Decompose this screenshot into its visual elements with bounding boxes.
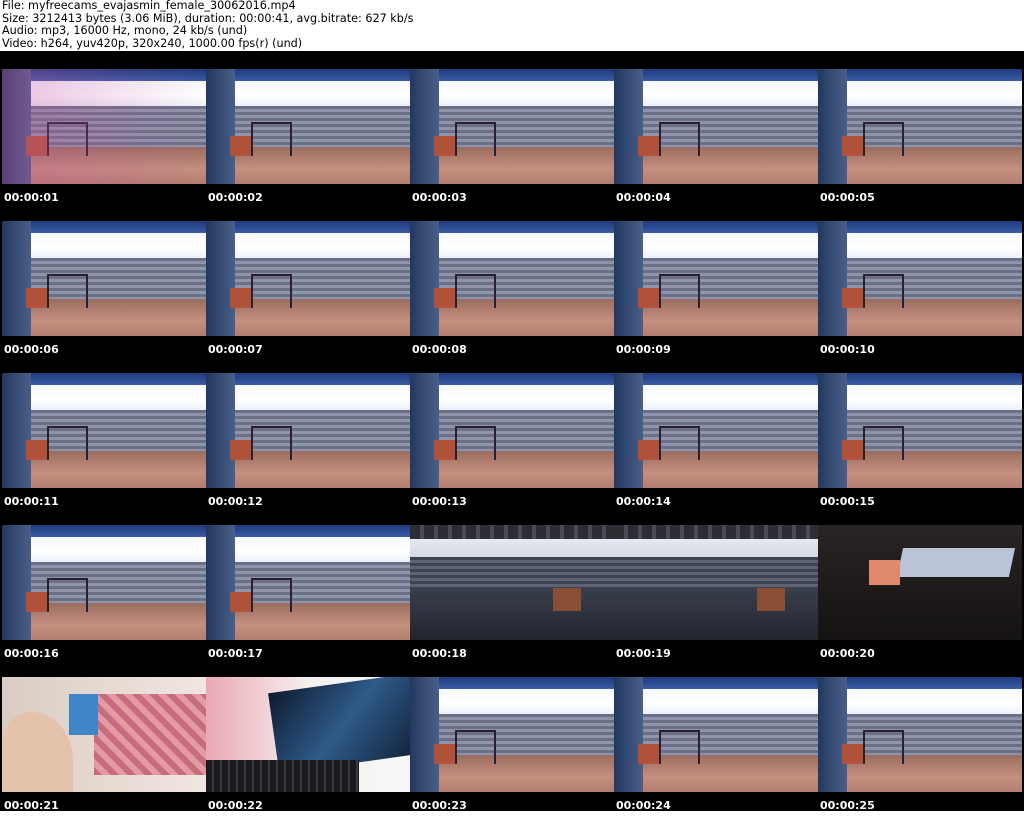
thumbnail-cell: 00:00:10 <box>818 221 1022 373</box>
video-frame-thumbnail <box>818 373 1022 488</box>
video-frame-thumbnail <box>206 525 410 640</box>
timestamp-label: 00:00:19 <box>616 647 671 660</box>
thumbnail-cell: 00:00:04 <box>614 69 818 221</box>
thumbnail-cell: 00:00:13 <box>410 373 614 525</box>
file-name-line: File: myfreecams_evajasmin_female_300620… <box>2 0 296 12</box>
timestamp-label: 00:00:04 <box>616 191 671 204</box>
timestamp-label: 00:00:10 <box>820 343 875 356</box>
thumbnail-cell: 00:00:24 <box>614 677 818 829</box>
video-frame-thumbnail <box>614 69 818 184</box>
timestamp-label: 00:00:09 <box>616 343 671 356</box>
timestamp-label: 00:00:07 <box>208 343 263 356</box>
video-frame-thumbnail <box>206 677 410 792</box>
video-frame-thumbnail <box>2 525 206 640</box>
timestamp-label: 00:00:01 <box>4 191 59 204</box>
video-frame-thumbnail <box>818 525 1022 640</box>
video-frame-thumbnail <box>2 677 206 792</box>
timestamp-label: 00:00:11 <box>4 495 59 508</box>
timestamp-label: 00:00:08 <box>412 343 467 356</box>
video-frame-thumbnail <box>410 525 614 640</box>
thumbnail-cell: 00:00:02 <box>206 69 410 221</box>
thumbnail-cell: 00:00:09 <box>614 221 818 373</box>
thumbnail-cell: 00:00:12 <box>206 373 410 525</box>
timestamp-label: 00:00:18 <box>412 647 467 660</box>
video-line: Video: h264, yuv420p, 320x240, 1000.00 f… <box>2 36 303 50</box>
timestamp-label: 00:00:12 <box>208 495 263 508</box>
video-frame-thumbnail <box>410 69 614 184</box>
video-frame-thumbnail <box>410 221 614 336</box>
video-frame-thumbnail <box>614 373 818 488</box>
thumbnail-cell: 00:00:14 <box>614 373 818 525</box>
timestamp-label: 00:00:05 <box>820 191 875 204</box>
contact-sheet: 00:00:01 00:00:02 00:00:03 00:00:04 00:00:05… <box>0 51 1024 812</box>
thumbnail-cell: 00:00:25 <box>818 677 1022 829</box>
thumbnail-cell: 00:00:01 <box>2 69 206 221</box>
timestamp-label: 00:00:21 <box>4 799 59 812</box>
video-frame-thumbnail <box>206 69 410 184</box>
video-frame-thumbnail <box>818 69 1022 184</box>
thumbnail-cell: 00:00:18 <box>410 525 614 677</box>
thumbnail-cell: 00:00:05 <box>818 69 1022 221</box>
video-frame-thumbnail <box>2 373 206 488</box>
thumbnail-cell: 00:00:11 <box>2 373 206 525</box>
timestamp-label: 00:00:20 <box>820 647 875 660</box>
video-frame-thumbnail <box>2 69 206 184</box>
timestamp-label: 00:00:17 <box>208 647 263 660</box>
timestamp-label: 00:00:03 <box>412 191 467 204</box>
video-frame-thumbnail <box>206 373 410 488</box>
file-info-header: File: myfreecams_evajasmin_female_300620… <box>2 0 1022 50</box>
video-frame-thumbnail <box>410 677 614 792</box>
video-frame-thumbnail <box>614 221 818 336</box>
video-frame-thumbnail <box>818 221 1022 336</box>
timestamp-label: 00:00:13 <box>412 495 467 508</box>
thumbnail-cell: 00:00:15 <box>818 373 1022 525</box>
timestamp-label: 00:00:15 <box>820 495 875 508</box>
thumbnail-cell: 00:00:16 <box>2 525 206 677</box>
audio-line: Audio: mp3, 16000 Hz, mono, 24 kb/s (und… <box>2 24 248 37</box>
video-frame-thumbnail <box>614 677 818 792</box>
timestamp-label: 00:00:23 <box>412 799 467 812</box>
timestamp-label: 00:00:02 <box>208 191 263 204</box>
thumbnail-cell: 00:00:17 <box>206 525 410 677</box>
video-frame-thumbnail <box>206 221 410 336</box>
video-frame-thumbnail <box>410 373 614 488</box>
timestamp-label: 00:00:25 <box>820 799 875 812</box>
thumbnail-cell: 00:00:21 <box>2 677 206 829</box>
video-frame-thumbnail <box>818 677 1022 792</box>
thumbnail-cell: 00:00:20 <box>818 525 1022 677</box>
thumbnail-cell: 00:00:03 <box>410 69 614 221</box>
thumbnail-cell: 00:00:06 <box>2 221 206 373</box>
timestamp-label: 00:00:16 <box>4 647 59 660</box>
thumbnail-cell: 00:00:22 <box>206 677 410 829</box>
timestamp-label: 00:00:14 <box>616 495 671 508</box>
thumbnail-cell: 00:00:19 <box>614 525 818 677</box>
timestamp-label: 00:00:06 <box>4 343 59 356</box>
video-frame-thumbnail <box>614 525 818 640</box>
thumbnail-cell: 00:00:23 <box>410 677 614 829</box>
thumbnail-cell: 00:00:07 <box>206 221 410 373</box>
video-frame-thumbnail <box>2 221 206 336</box>
timestamp-label: 00:00:22 <box>208 799 263 812</box>
thumbnail-cell: 00:00:08 <box>410 221 614 373</box>
timestamp-label: 00:00:24 <box>616 799 671 812</box>
